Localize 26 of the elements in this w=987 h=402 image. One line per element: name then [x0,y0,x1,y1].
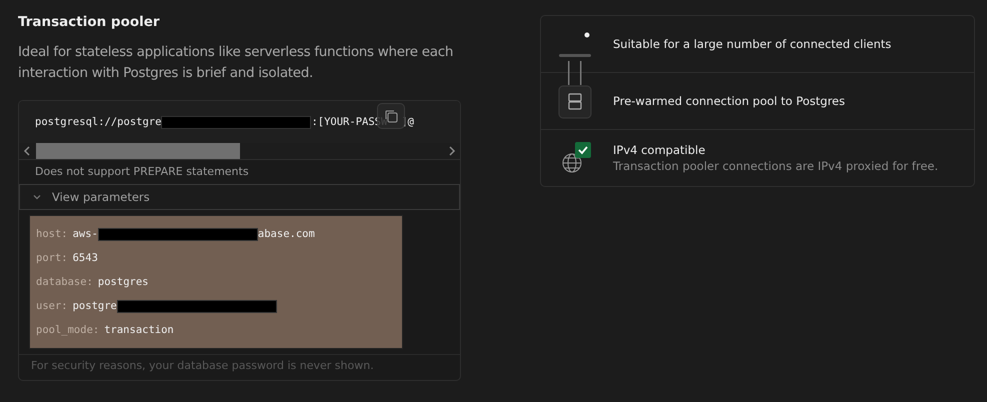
section-description: Ideal for stateless applications like serverless functions where each interaction with Postgres is brief and isolated. [18,43,454,83]
prepare-note: Does not support PREPARE statements [34,164,250,180]
scroll-left-icon[interactable] [23,146,31,156]
parameter-value: abase.com [258,228,315,240]
parameter-key: port: [36,252,68,264]
parameter-key: pool_mode: [36,324,100,336]
security-note: For security reasons, your database password is never shown. [30,358,375,374]
feature-title: Pre-warmed connection pool to Postgres [613,94,845,108]
feature-title: IPv4 compatible [613,143,706,157]
parameter-value: transaction [104,324,174,336]
scrollbar-thumb[interactable] [36,143,240,159]
parameter-key: host: [36,228,68,240]
section-title: Transaction pooler [18,14,161,32]
parameter-value: aws- [72,228,98,240]
parameter-value: postgres [98,276,148,288]
parameter-key: user: [36,300,68,312]
feature-title: Suitable for a large number of connected clients [613,37,892,51]
feature-description: Transaction pooler connections are IPv4 proxied for free. [613,159,938,173]
parameter-value: postgre [72,300,117,312]
connection-string: postgresql://postgre [35,116,162,128]
horizontal-scrollbar[interactable] [19,143,460,160]
parameter-value: 6543 [72,252,98,264]
scroll-right-icon[interactable] [448,146,456,156]
parameter-key: database: [36,276,93,288]
chevron-icon [32,192,42,202]
view-parameters-toggle[interactable]: View parameters [19,184,460,210]
